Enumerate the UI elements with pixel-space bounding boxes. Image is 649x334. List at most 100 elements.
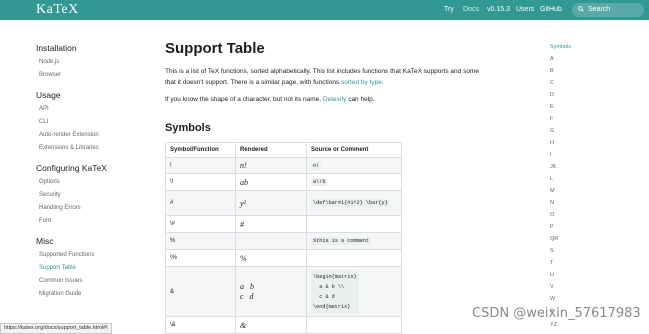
toc-item-symbols[interactable]: Symbols [550, 44, 571, 50]
sidebar-section-configuring: Configuring KaTeX [36, 163, 107, 173]
rendered-cell: n! [240, 161, 247, 170]
link-status-bar: https://katex.org/docs/support_table.htm… [0, 323, 112, 334]
toc-item[interactable]: T [550, 260, 553, 266]
sidebar-item-cli[interactable]: CLI [39, 119, 48, 125]
toc-item[interactable]: N [550, 200, 554, 206]
csdn-watermark: CSDN @weixin_57617983 [472, 306, 641, 321]
sidebar-item-auto-render[interactable]: Auto-render Extension [39, 132, 99, 138]
sidebar-item-browser[interactable]: Browser [39, 72, 61, 78]
symbol-cell: \& [165, 316, 236, 334]
sidebar-item-handling-errors[interactable]: Handling Errors [39, 205, 81, 211]
support-table: Symbol/Function Rendered Source or Comme… [165, 142, 402, 334]
sorted-by-type-link[interactable]: sorted by type [341, 79, 382, 86]
page-title: Support Table [165, 40, 265, 57]
code-line: a & b \\ [313, 283, 345, 290]
intro-paragraph: This is a list of TeX functions, sorted … [165, 66, 510, 88]
table-row: \% % [165, 249, 402, 267]
code-line: \end{matrix} [313, 303, 351, 310]
col-header-rendered: Rendered [235, 142, 307, 158]
symbol-cell: & [165, 266, 236, 317]
intro-text-2: that it doesn't support. There is a simi… [165, 79, 341, 86]
code-line: c & d [313, 293, 335, 300]
nav-link-version[interactable]: v0.15.3 [487, 6, 510, 13]
col-header-symbol: Symbol/Function [165, 142, 236, 158]
toc-item[interactable]: V [550, 284, 554, 290]
toc-item[interactable]: G [550, 128, 554, 134]
table-row: % %this is a comment [165, 232, 402, 250]
detexify-link[interactable]: Detexify [323, 96, 346, 103]
top-navbar: KaTeX Try Docs v0.15.3 Users GitHub Sear… [0, 0, 649, 20]
table-row: \# # [165, 215, 402, 233]
matrix-row: a b [240, 281, 254, 291]
sidebar-item-font[interactable]: Font [39, 218, 51, 224]
source-codeblock: \begin{matrix} a & b \\ c & d \end{matri… [311, 269, 359, 314]
toc-item[interactable]: QR [550, 236, 558, 242]
toc-item[interactable]: A [550, 56, 554, 62]
source-code: %this is a comment [311, 237, 372, 245]
table-row: \& & [165, 316, 402, 334]
toc-item[interactable]: JK [550, 164, 556, 170]
table-header-row: Symbol/Function Rendered Source or Comme… [165, 142, 402, 158]
toc-item[interactable]: I [550, 152, 552, 158]
table-row: \! ab a\!b [165, 173, 402, 191]
toc-item[interactable]: O [550, 212, 554, 218]
katex-logo[interactable]: KaTeX [36, 2, 79, 18]
rendered-cell-empty [235, 232, 307, 250]
toc-item[interactable]: B [550, 68, 554, 74]
toc-item[interactable]: M [550, 188, 555, 194]
rendered-cell: y² [240, 198, 246, 208]
toc-item[interactable]: L [550, 176, 553, 182]
sidebar-item-api[interactable]: API [39, 106, 49, 112]
matrix-row: c d [240, 291, 254, 301]
sidebar-item-extensions[interactable]: Extensions & Libraries [39, 145, 99, 151]
source-code: \def\bar#1{#1^2} \bar{y} [311, 199, 390, 207]
sidebar-item-migration-guide[interactable]: Migration Guide [39, 291, 81, 297]
toc-item[interactable]: U [550, 272, 554, 278]
intro-text-3: . [381, 79, 384, 86]
intro-text-1: This is a list of TeX functions, sorted … [165, 68, 479, 75]
toc-item[interactable]: P [550, 224, 554, 230]
rendered-cell: & [240, 320, 247, 330]
sidebar-item-common-issues[interactable]: Common Issues [39, 278, 82, 284]
sidebar-item-nodejs[interactable]: Node.js [39, 59, 59, 65]
rendered-cell: # [240, 219, 244, 229]
toc-item[interactable]: H [550, 140, 554, 146]
toc-item[interactable]: YZ [550, 322, 557, 328]
sidebar-item-support-table[interactable]: Support Table [39, 265, 76, 271]
toc-item[interactable]: C [550, 80, 554, 86]
toc-item[interactable]: E [550, 104, 554, 110]
detexify-text-1: If you know the shape of a character, bu… [165, 96, 323, 103]
rendered-cell: % [240, 253, 247, 263]
toc-item[interactable]: F [550, 116, 553, 122]
rendered-matrix: a b c d [240, 282, 302, 302]
sidebar-section-usage: Usage [36, 90, 61, 100]
source-code: n! [311, 161, 322, 170]
source-cell-empty [306, 215, 402, 233]
symbol-cell: # [165, 190, 236, 216]
search-input[interactable]: Search [572, 3, 644, 17]
sidebar-item-options[interactable]: Options [39, 179, 60, 185]
sidebar-item-supported-functions[interactable]: Supported Functions [39, 252, 94, 258]
source-cell-empty [306, 249, 402, 267]
toc-item[interactable]: W [550, 296, 555, 302]
search-placeholder: Search [588, 6, 611, 13]
rendered-cell: ab [240, 177, 248, 187]
detexify-paragraph: If you know the shape of a character, bu… [165, 94, 510, 105]
source-cell-empty [306, 316, 402, 334]
sidebar-item-security[interactable]: Security [39, 192, 61, 198]
nav-link-github[interactable]: GitHub [540, 6, 562, 13]
code-line: \begin{matrix} [313, 273, 357, 280]
nav-link-docs[interactable]: Docs [463, 6, 479, 13]
source-code: a\!b [311, 178, 328, 186]
symbol-cell: % [165, 232, 236, 250]
table-row: # y² \def\bar#1{#1^2} \bar{y} [165, 190, 402, 216]
nav-link-try[interactable]: Try [444, 6, 454, 13]
table-row: ! n! n! [165, 157, 402, 174]
nav-link-users[interactable]: Users [516, 6, 534, 13]
symbol-cell: \# [165, 215, 236, 233]
detexify-text-2: can help. [346, 96, 375, 103]
toc-item[interactable]: D [550, 92, 554, 98]
symbols-heading: Symbols [165, 122, 211, 134]
search-icon [578, 6, 584, 12]
toc-item[interactable]: S [550, 248, 554, 254]
